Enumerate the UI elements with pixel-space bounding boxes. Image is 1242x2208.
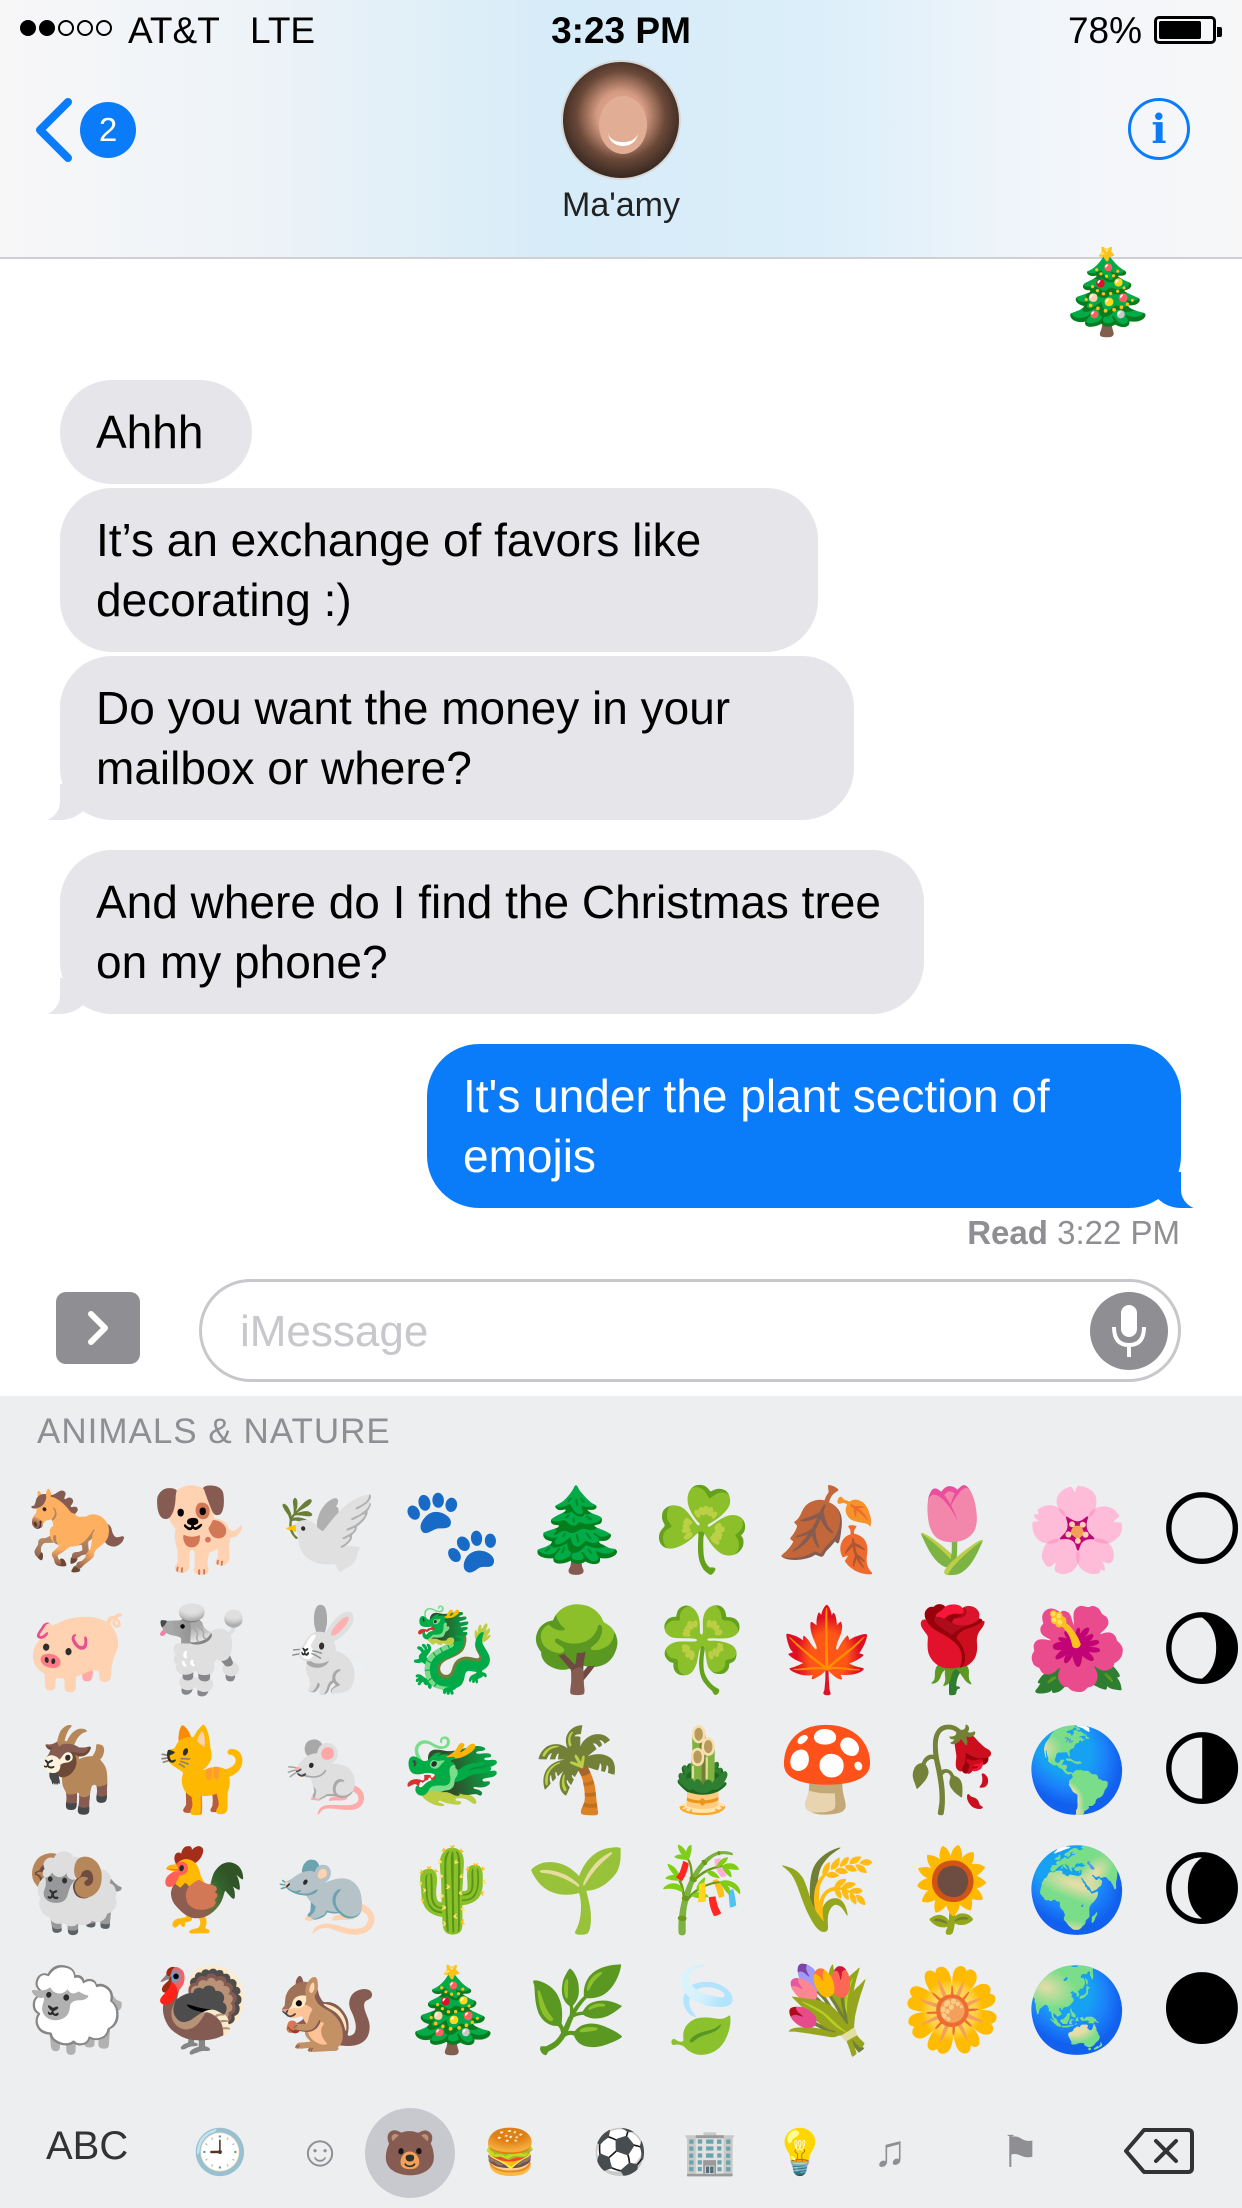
- emoji-key[interactable]: 🍀: [643, 1592, 761, 1710]
- emoji-key[interactable]: 🕊️: [268, 1472, 386, 1590]
- animals-icon[interactable]: 🐻: [365, 2108, 455, 2198]
- recent-icon[interactable]: 🕘: [186, 2118, 254, 2186]
- received-message[interactable]: It’s an exchange of favors like decorati…: [60, 488, 818, 652]
- microphone-icon: [1112, 1305, 1146, 1357]
- emoji-key[interactable]: 🌍: [1018, 1832, 1136, 1950]
- emoji-key[interactable]: 🐎: [18, 1472, 136, 1590]
- smileys-icon[interactable]: ☺: [286, 2118, 354, 2186]
- emoji-key[interactable]: 🌷: [893, 1472, 1011, 1590]
- emoji-key[interactable]: 🐩: [143, 1592, 261, 1710]
- emoji-key[interactable]: 🌵: [393, 1832, 511, 1950]
- emoji-key[interactable]: 🌿: [518, 1952, 636, 2070]
- message-text: And where do I find the Christmas tree o…: [96, 876, 881, 988]
- emoji-key[interactable]: 🐕: [143, 1472, 261, 1590]
- emoji-category-bar: ABC 🕘 ☺ 🐻 🍔 ⚽ 🏢 💡 ♫ ⚑: [0, 2096, 1242, 2208]
- conversation-header: AT&T LTE 3:23 PM 78% 2 Ma'amy i: [0, 0, 1242, 259]
- received-message[interactable]: And where do I find the Christmas tree o…: [30, 850, 924, 1016]
- imessage-input[interactable]: [238, 1300, 1062, 1364]
- emoji-key[interactable]: 🌱: [518, 1832, 636, 1950]
- emoji-key[interactable]: 🦃: [143, 1952, 261, 2070]
- message-text: It’s an exchange of favors like decorati…: [96, 514, 702, 626]
- emoji-key[interactable]: 💐: [768, 1952, 886, 2070]
- emoji-key[interactable]: 🌲: [518, 1472, 636, 1590]
- message-text: Ahhh: [96, 406, 204, 458]
- emoji-key[interactable]: 🐾: [393, 1472, 511, 1590]
- received-message[interactable]: Ahhh: [60, 380, 252, 484]
- read-label: Read: [967, 1214, 1048, 1251]
- emoji-key[interactable]: 🍃: [643, 1952, 761, 2070]
- symbols-icon[interactable]: ♫: [856, 2118, 924, 2186]
- emoji-key[interactable]: 🌖: [1143, 1592, 1242, 1710]
- emoji-key[interactable]: 🐿️: [268, 1952, 386, 2070]
- emoji-key[interactable]: 🌹: [893, 1592, 1011, 1710]
- emoji-key[interactable]: 🌾: [768, 1832, 886, 1950]
- emoji-keyboard: ANIMALS & NATURE 🐎 🐖 🐐 🐏 🐑 🐕 🐩 🐈 🐓 🦃 🕊️ 🐇 🐁 🐀 🐿️ 🐾 🐉 🐲 🌵 🎄 🌲…: [0, 1396, 1242, 2208]
- activity-icon[interactable]: ⚽: [586, 2118, 654, 2186]
- emoji-key[interactable]: 🌕: [1143, 1472, 1242, 1590]
- objects-icon[interactable]: 💡: [766, 2118, 834, 2186]
- emoji-key[interactable]: 🍁: [768, 1592, 886, 1710]
- emoji-key[interactable]: 🐑: [18, 1952, 136, 2070]
- message-text: It's under the plant section of emojis: [463, 1070, 1050, 1182]
- message-text: Do you want the money in your mailbox or…: [96, 682, 731, 794]
- emoji-key[interactable]: 🐓: [143, 1832, 261, 1950]
- flags-icon[interactable]: ⚑: [986, 2118, 1054, 2186]
- food-icon[interactable]: 🍔: [476, 2118, 544, 2186]
- back-button[interactable]: 2: [34, 98, 144, 162]
- emoji-key[interactable]: 🌑: [1143, 1952, 1242, 2070]
- emoji-key[interactable]: ☘️: [643, 1472, 761, 1590]
- delete-icon[interactable]: [1124, 2126, 1194, 2176]
- read-receipt: Read 3:22 PM: [967, 1214, 1180, 1252]
- emoji-key[interactable]: 🍂: [768, 1472, 886, 1590]
- chevron-left-icon: [36, 98, 72, 162]
- battery-icon: [1154, 16, 1222, 44]
- emoji-key[interactable]: 🐏: [18, 1832, 136, 1950]
- emoji-key[interactable]: 🌻: [893, 1832, 1011, 1950]
- emoji-key[interactable]: 🎋: [643, 1832, 761, 1950]
- emoji-key[interactable]: 🐀: [268, 1832, 386, 1950]
- emoji-key[interactable]: 🐖: [18, 1592, 136, 1710]
- unread-count-badge: 2: [80, 102, 136, 158]
- emoji-key[interactable]: 🐁: [268, 1712, 386, 1830]
- emoji-key[interactable]: 🐈: [143, 1712, 261, 1830]
- emoji-key[interactable]: 🌺: [1018, 1592, 1136, 1710]
- status-bar: AT&T LTE 3:23 PM 78%: [0, 0, 1242, 60]
- emoji-key[interactable]: 🐐: [18, 1712, 136, 1830]
- contact-avatar[interactable]: [561, 60, 681, 180]
- emoji-key[interactable]: 🐉: [393, 1592, 511, 1710]
- emoji-key[interactable]: 🌸: [1018, 1472, 1136, 1590]
- emoji-key[interactable]: 🐇: [268, 1592, 386, 1710]
- travel-icon[interactable]: 🏢: [676, 2118, 744, 2186]
- emoji-grid: 🐎 🐖 🐐 🐏 🐑 🐕 🐩 🐈 🐓 🦃 🕊️ 🐇 🐁 🐀 🐿️ 🐾 🐉 🐲 🌵 🎄 🌲 🌳 🌴 🌱 🌿 ☘️ 🍀 🎍 🎋 🍃 🍂 🍁 🍄 🌾 💐 🌷 🌹…: [0, 1472, 1242, 2092]
- info-icon[interactable]: i: [1128, 98, 1190, 160]
- emoji-key[interactable]: 🌏: [1018, 1952, 1136, 2070]
- emoji-key[interactable]: 🎍: [643, 1712, 761, 1830]
- emoji-key[interactable]: 🥀: [893, 1712, 1011, 1830]
- battery-tip: [1217, 27, 1222, 37]
- battery-percentage: 78%: [1067, 10, 1142, 51]
- received-message[interactable]: Do you want the money in your mailbox or…: [30, 656, 854, 822]
- emoji-key[interactable]: 🌗: [1143, 1712, 1242, 1830]
- emoji-key[interactable]: 🌳: [518, 1592, 636, 1710]
- emoji-key[interactable]: 🌴: [518, 1712, 636, 1830]
- emoji-key[interactable]: 🌎: [1018, 1712, 1136, 1830]
- chevron-right-icon: [88, 1311, 108, 1345]
- contact-name[interactable]: Ma'amy: [0, 186, 1242, 225]
- battery-level: [1159, 21, 1202, 39]
- app-drawer-button[interactable]: [56, 1292, 140, 1364]
- clock: 3:23 PM: [551, 10, 691, 51]
- emoji-key[interactable]: 🍄: [768, 1712, 886, 1830]
- dictation-button[interactable]: [1090, 1292, 1168, 1370]
- read-time: 3:22 PM: [1057, 1214, 1180, 1251]
- sent-message[interactable]: It's under the plant section of emojis: [427, 1044, 1211, 1210]
- emoji-section-title: ANIMALS & NATURE: [37, 1412, 391, 1451]
- emoji-key[interactable]: 🎄: [393, 1952, 511, 2070]
- emoji-key[interactable]: 🐲: [393, 1712, 511, 1830]
- emoji-key[interactable]: 🌼: [893, 1952, 1011, 2070]
- emoji-key[interactable]: 🌘: [1143, 1832, 1242, 1950]
- message-compose-field[interactable]: [199, 1279, 1181, 1382]
- abc-keyboard-button[interactable]: ABC: [46, 2124, 128, 2169]
- christmas-tree-emoji-message[interactable]: 🎄: [1056, 248, 1158, 338]
